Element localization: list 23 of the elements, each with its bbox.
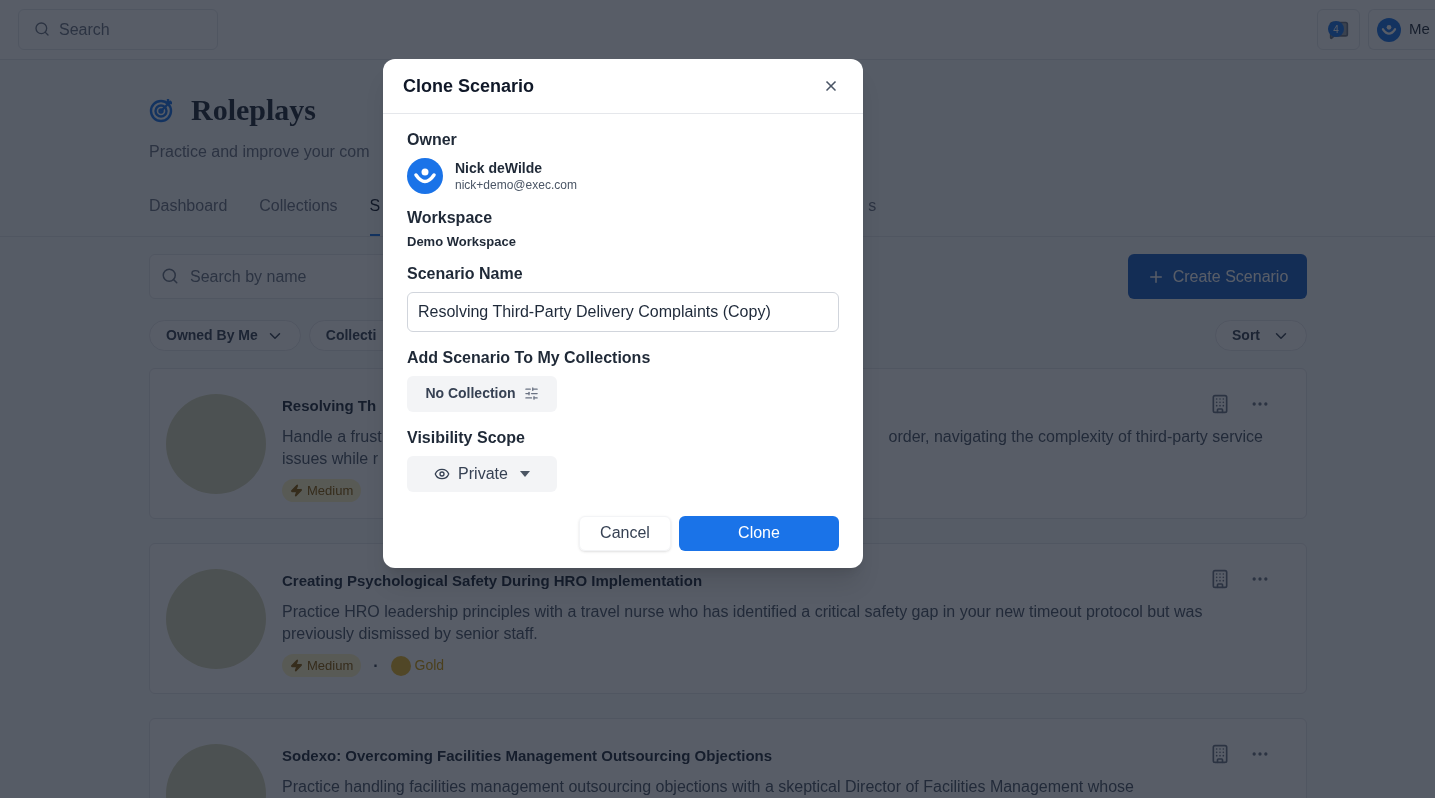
field-label: Owner — [407, 130, 458, 150]
caret-icon — [519, 470, 530, 477]
page-title: Roleplays — [191, 92, 316, 128]
scenario-name-field[interactable]: Resolving Third-Party Delivery Complaints (Copy) — [407, 291, 839, 332]
collection-selector[interactable]: No Collection — [407, 375, 557, 412]
scenario-title: Creating Psychological Safety During HRO Implementation — [282, 571, 703, 591]
avatar-icon — [407, 158, 443, 194]
field-label: Add Scenario To My Collections — [407, 347, 652, 368]
close-icon — [823, 78, 839, 94]
workspace-name: Demo Workspace — [407, 233, 517, 251]
scenario-title: Sodexo: Overcoming Facilities Management Outsourcing Objections — [282, 746, 773, 766]
field-label: Visibility Scope — [407, 427, 526, 448]
cancel-button[interactable]: Cancel — [579, 515, 671, 551]
sliders-icon — [523, 386, 539, 401]
field-label: Scenario Name — [407, 263, 524, 284]
field-label: Workspace — [407, 208, 494, 228]
owner-email: nick+demo@exec.com — [455, 177, 577, 193]
visibility-dropdown[interactable]: Private — [407, 455, 557, 492]
owner-name: Nick deWilde — [455, 159, 543, 177]
dialog-title: Clone Scenario — [403, 74, 535, 98]
separator-dot: · — [372, 655, 380, 676]
scenario-title: Resolving Th — [282, 396, 377, 416]
clone-button[interactable]: Clone — [679, 515, 839, 551]
